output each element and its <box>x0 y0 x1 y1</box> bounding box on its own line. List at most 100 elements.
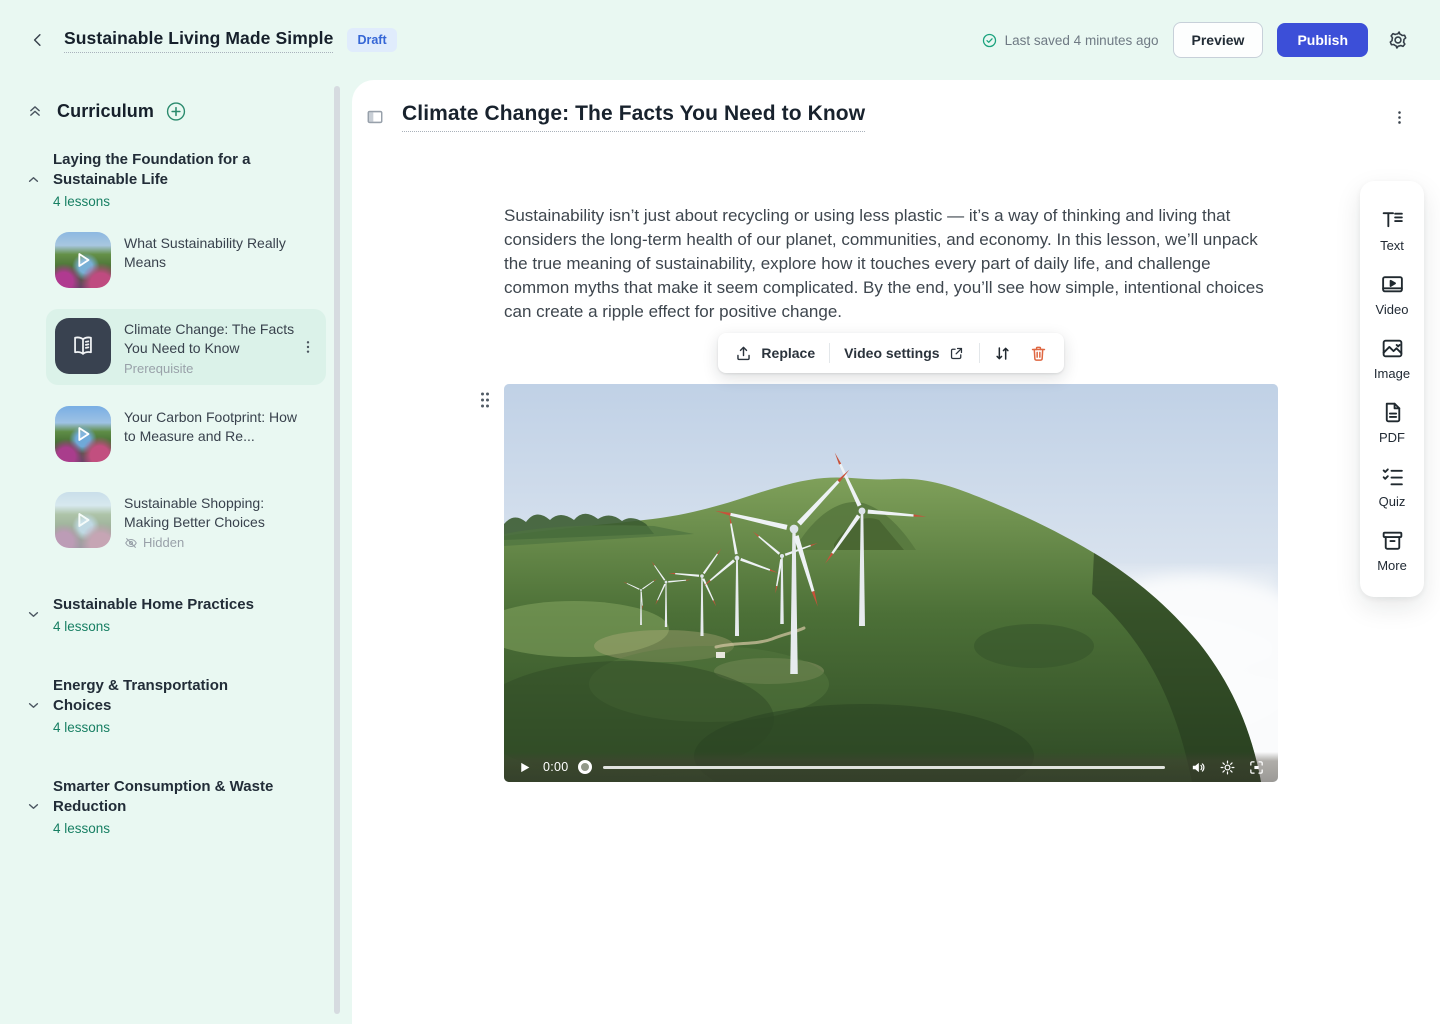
section-home-practices: Sustainable Home Practices 4 lessons <box>16 589 333 640</box>
plus-circle-icon <box>165 100 187 123</box>
video-icon <box>1380 272 1405 297</box>
eye-off-icon <box>124 536 138 550</box>
expand-section-button[interactable] <box>22 695 44 717</box>
lesson-editor-panel: Climate Change: The Facts You Need to Kn… <box>352 80 1440 1024</box>
lesson-title: Climate Change: The Facts You Need to Kn… <box>124 320 304 357</box>
settings-button[interactable] <box>1382 24 1414 56</box>
curriculum-sidebar: Curriculum Laying the Foundation for a S… <box>0 80 343 1024</box>
lesson-item-carbon-footprint[interactable]: Your Carbon Footprint: How to Measure an… <box>46 397 326 471</box>
seek-handle[interactable] <box>578 760 592 774</box>
palette-label: Text <box>1380 238 1404 253</box>
section-title: Energy & Transportation Choices <box>53 676 288 716</box>
palette-label: Quiz <box>1379 494 1406 509</box>
video-block-toolbar: Replace Video settings <box>718 333 1063 373</box>
publish-button[interactable]: Publish <box>1277 23 1368 57</box>
section-header[interactable]: Energy & Transportation Choices 4 lesson… <box>16 670 333 741</box>
play-icon <box>518 761 531 774</box>
reorder-button[interactable] <box>990 341 1016 365</box>
section-text: Smarter Consumption & Waste Reduction 4 … <box>53 777 288 836</box>
kebab-icon <box>300 339 316 355</box>
video-player[interactable]: 0:00 <box>504 384 1278 782</box>
add-text-block[interactable]: Text <box>1360 199 1424 263</box>
volume-icon <box>1190 759 1207 776</box>
lesson-item-climate-change[interactable]: Climate Change: The Facts You Need to Kn… <box>46 309 326 385</box>
section-title: Laying the Foundation for a Sustainable … <box>53 150 288 190</box>
lesson-title[interactable]: Climate Change: The Facts You Need to Kn… <box>402 102 865 132</box>
check-circle-icon <box>981 32 998 49</box>
section-smarter-consumption: Smarter Consumption & Waste Reduction 4 … <box>16 771 333 842</box>
lesson-body: Sustainability isn’t just about recyclin… <box>504 204 1278 782</box>
trash-icon <box>1029 344 1048 363</box>
player-settings-button[interactable] <box>1217 757 1237 777</box>
expand-section-button[interactable] <box>22 796 44 818</box>
section-header[interactable]: Smarter Consumption & Waste Reduction 4 … <box>16 771 333 842</box>
back-button[interactable] <box>22 24 54 56</box>
drag-handle-icon[interactable] <box>477 390 493 410</box>
toggle-sidebar-button[interactable] <box>362 104 388 130</box>
course-title[interactable]: Sustainable Living Made Simple <box>64 28 333 53</box>
volume-button[interactable] <box>1188 757 1208 777</box>
collapse-section-button[interactable] <box>22 169 44 191</box>
add-section-button[interactable] <box>165 100 187 122</box>
add-quiz-block[interactable]: Quiz <box>1360 455 1424 519</box>
lesson-options-button[interactable] <box>1386 104 1412 130</box>
add-video-block[interactable]: Video <box>1360 263 1424 327</box>
lesson-text: Your Carbon Footprint: How to Measure an… <box>124 406 304 445</box>
chevron-left-icon <box>29 31 47 49</box>
section-header[interactable]: Sustainable Home Practices 4 lessons <box>16 589 333 640</box>
section-text: Laying the Foundation for a Sustainable … <box>53 150 288 209</box>
lesson-text: What Sustainability Really Means <box>124 232 304 271</box>
palette-label: More <box>1377 558 1407 573</box>
replace-button[interactable]: Replace <box>730 342 819 365</box>
add-pdf-block[interactable]: PDF <box>1360 391 1424 455</box>
pdf-icon <box>1380 400 1405 425</box>
hidden-label: Hidden <box>143 535 184 550</box>
lesson-thumbnail <box>55 492 111 548</box>
lesson-title: Your Carbon Footprint: How to Measure an… <box>124 408 304 445</box>
add-image-block[interactable]: Image <box>1360 327 1424 391</box>
section-text: Energy & Transportation Choices 4 lesson… <box>53 676 288 735</box>
external-link-icon <box>948 345 965 362</box>
player-gear-icon <box>1219 759 1236 776</box>
gear-icon <box>1387 29 1409 51</box>
preview-button[interactable]: Preview <box>1173 22 1264 58</box>
save-status-label: Last saved 4 minutes ago <box>1005 33 1159 48</box>
section-foundation: Laying the Foundation for a Sustainable … <box>16 144 333 559</box>
lesson-paragraph[interactable]: Sustainability isn’t just about recyclin… <box>504 204 1278 324</box>
text-icon <box>1380 208 1405 233</box>
palette-label: PDF <box>1379 430 1405 445</box>
delete-block-button[interactable] <box>1026 341 1052 365</box>
play-button[interactable] <box>514 757 534 777</box>
section-text: Sustainable Home Practices 4 lessons <box>53 595 254 634</box>
play-icon <box>55 232 111 288</box>
chevron-down-icon <box>25 697 42 714</box>
sidebar-scrollbar[interactable] <box>334 86 340 1014</box>
lesson-thumbnail <box>55 232 111 288</box>
more-blocks[interactable]: More <box>1360 519 1424 583</box>
topbar: Sustainable Living Made Simple Draft Las… <box>0 0 1440 80</box>
seek-bar[interactable] <box>603 766 1165 769</box>
section-lesson-count: 4 lessons <box>53 821 288 836</box>
fullscreen-button[interactable] <box>1246 757 1266 777</box>
kebab-icon <box>1391 109 1408 126</box>
arrows-down-up-icon <box>993 344 1012 363</box>
toolbar-divider <box>979 343 980 363</box>
lesson-title: What Sustainability Really Means <box>124 234 304 271</box>
play-icon <box>55 406 111 462</box>
video-controls: 0:00 <box>504 752 1278 782</box>
expand-section-button[interactable] <box>22 604 44 626</box>
video-settings-button[interactable]: Video settings <box>840 343 968 364</box>
section-lesson-count: 4 lessons <box>53 720 288 735</box>
lesson-item-sustainable-shopping[interactable]: Sustainable Shopping: Making Better Choi… <box>46 483 326 559</box>
lesson-menu-button[interactable] <box>296 335 320 359</box>
collapse-all-button[interactable] <box>24 100 46 122</box>
section-header[interactable]: Laying the Foundation for a Sustainable … <box>16 144 333 215</box>
section-list: Laying the Foundation for a Sustainable … <box>0 122 343 842</box>
lesson-header: Climate Change: The Facts You Need to Kn… <box>352 80 1440 132</box>
status-badge: Draft <box>347 28 396 52</box>
section-lesson-count: 4 lessons <box>53 194 288 209</box>
lesson-text: Sustainable Shopping: Making Better Choi… <box>124 492 304 550</box>
palette-label: Image <box>1374 366 1410 381</box>
lesson-item-what-sustainability[interactable]: What Sustainability Really Means <box>46 223 326 297</box>
lesson-text: Climate Change: The Facts You Need to Kn… <box>124 318 304 376</box>
